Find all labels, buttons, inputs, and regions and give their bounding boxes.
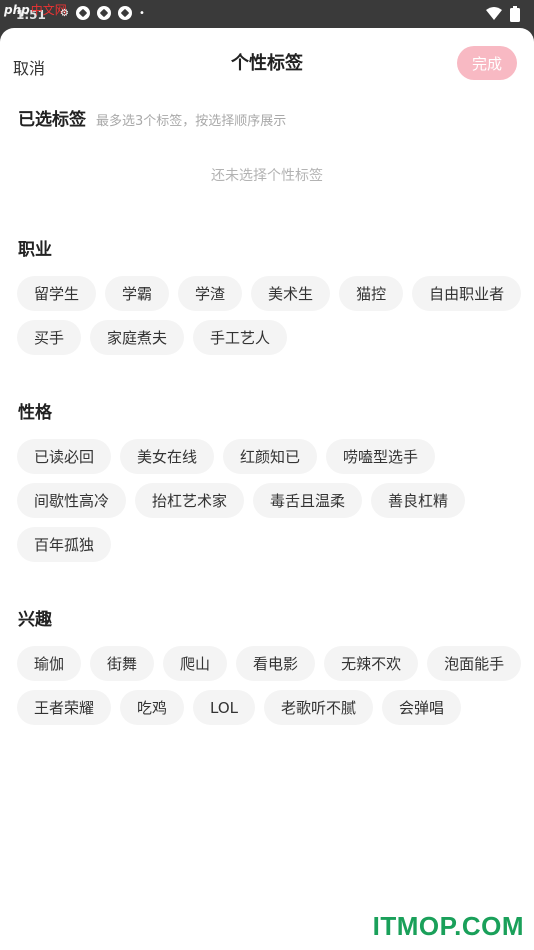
tag-chip[interactable]: 会弹唱 [382,690,462,725]
tag-chip[interactable]: 间歇性高冷 [17,483,127,518]
tag-chip[interactable]: 学渣 [178,276,243,311]
tag-chip[interactable]: 百年孤独 [17,527,112,562]
section-title-personality: 性格 [18,403,52,423]
site-watermark: ITMOP.COM [372,911,524,941]
selected-tags-title: 已选标签 [18,110,86,130]
tag-chip[interactable]: 王者荣耀 [17,690,112,725]
system-icons [486,6,520,22]
notification-app-icon [117,6,132,20]
watermark-logo-text: php [4,3,30,17]
tag-chip[interactable]: 美女在线 [120,439,215,474]
personality-tag-list: 已读必回 美女在线 红颜知已 唠嗑型选手 间歇性高冷 抬杠艺术家 毒舌且温柔 善… [17,439,522,562]
selected-tags-hint: 最多选3个标签，按选择顺序展示 [96,114,287,129]
interests-tag-list: 瑜伽 街舞 爬山 看电影 无辣不欢 泡面能手 王者荣耀 吃鸡 LOL 老歌听不腻… [17,646,522,725]
tag-chip[interactable]: 猫控 [339,276,404,311]
tag-chip[interactable]: 红颜知已 [223,439,318,474]
tag-chip[interactable]: 抬杠艺术家 [135,483,245,518]
tag-chip[interactable]: 无辣不欢 [324,646,419,681]
occupation-tag-list: 留学生 学霸 学渣 美术生 猫控 自由职业者 买手 家庭煮夫 手工艺人 [17,276,522,355]
status-bar: 1:51 php中文网 ⚙ • [0,0,534,28]
tag-chip[interactable]: 爬山 [163,646,228,681]
tag-chip[interactable]: 吃鸡 [120,690,185,725]
selected-tags-header: 已选标签 最多选3个标签，按选择顺序展示 [18,105,286,130]
notification-icons: ⚙ • [60,6,145,20]
more-notifications-icon: • [138,7,145,19]
tag-chip[interactable]: 已读必回 [17,439,112,474]
notification-small-icon: ⚙ [60,7,69,19]
tag-chip[interactable]: 买手 [17,320,82,355]
battery-icon [510,6,520,22]
watermark-logo: php中文网 [4,1,67,18]
empty-selection-text: 还未选择个性标签 [211,168,323,184]
tag-chip[interactable]: 自由职业者 [412,276,522,311]
section-title-occupation: 职业 [18,240,52,260]
section-title-interests: 兴趣 [18,610,52,630]
notification-app-icon [96,6,111,20]
page-title: 个性标签 [231,53,303,74]
done-button[interactable]: 完成 [457,46,517,80]
tag-chip[interactable]: 善良杠精 [371,483,466,518]
tag-chip[interactable]: 学霸 [105,276,170,311]
tag-chip[interactable]: 老歌听不腻 [264,690,374,725]
notification-app-icon [75,6,90,20]
tag-chip[interactable]: 手工艺人 [193,320,288,355]
tag-chip[interactable]: 瑜伽 [17,646,82,681]
tag-chip[interactable]: 泡面能手 [427,646,522,681]
tag-chip[interactable]: 唠嗑型选手 [326,439,436,474]
tag-chip[interactable]: 家庭煮夫 [90,320,185,355]
tag-chip[interactable]: 街舞 [90,646,155,681]
tag-chip[interactable]: 看电影 [236,646,316,681]
tag-chip[interactable]: 美术生 [251,276,331,311]
wifi-icon [486,7,502,20]
tag-chip[interactable]: 毒舌且温柔 [253,483,363,518]
tag-chip[interactable]: LOL [193,690,256,725]
tag-picker-sheet: 取消 个性标签 完成 已选标签 最多选3个标签，按选择顺序展示 还未选择个性标签… [0,28,534,950]
tag-chip[interactable]: 留学生 [17,276,97,311]
